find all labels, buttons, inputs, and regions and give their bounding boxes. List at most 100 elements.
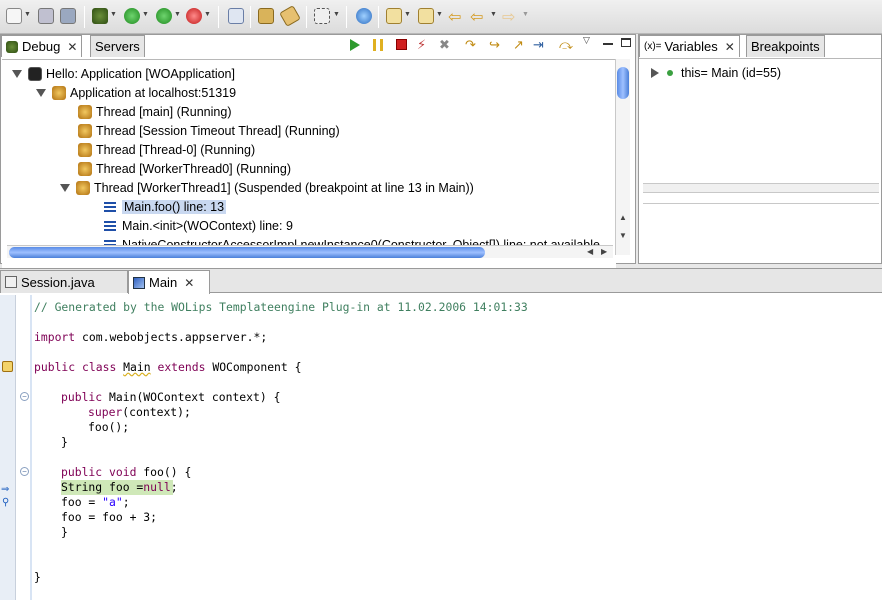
tree-row-thread[interactable]: Thread [Thread-0] (Running) [78,140,255,159]
chevron-down-icon[interactable]: ▼ [404,11,411,18]
scroll-left-icon[interactable]: ◀ [587,247,593,256]
running-thread-icon [78,161,92,176]
scroll-up-icon[interactable]: ▲ [619,213,627,222]
external-tools-icon[interactable] [186,8,202,24]
save-icon[interactable] [38,8,54,24]
code-text: WOComponent { [205,360,302,374]
step-into-icon[interactable]: ↷ [465,37,476,53]
keyword: import [34,330,76,344]
back-arrow-icon[interactable]: ⇦ [470,7,483,27]
wocomponent-icon [133,276,145,289]
next-annotation-icon[interactable] [386,8,402,24]
debug-vertical-scrollbar[interactable]: ▲ ▼ [615,59,630,255]
close-icon[interactable]: ✕ [725,40,735,54]
code-line-19: } [34,570,41,584]
tree-row-frame-selected[interactable]: Main.foo() line: 13 [104,197,227,216]
fold-toggle-icon[interactable]: − [20,392,29,401]
pencil-icon[interactable] [279,5,301,27]
tree-row-thread[interactable]: Thread [WorkerThread0] (Running) [78,159,291,178]
minimize-icon[interactable] [603,43,613,45]
chevron-down-icon[interactable]: ▼ [142,11,149,18]
variable-row[interactable]: this = Main (id=55) [651,63,781,82]
remove-terminated-icon[interactable]: ✖ [439,37,450,53]
maximize-icon[interactable] [621,38,631,47]
debug-horizontal-scrollbar[interactable]: ◀ ▶ [7,245,613,258]
use-step-filters-icon[interactable]: ⤼ [559,37,573,53]
expand-toggle-icon[interactable] [60,183,70,192]
tree-row-thread-suspended[interactable]: Thread [WorkerThread1] (Suspended (break… [60,178,474,197]
new-wizard-icon[interactable] [6,8,22,24]
open-type-icon[interactable] [228,8,244,24]
running-thread-icon [78,123,92,138]
step-over-icon[interactable]: ↪ [489,37,500,53]
scroll-down-icon[interactable]: ▼ [619,231,627,240]
scroll-thumb[interactable] [617,67,629,99]
print-icon[interactable] [60,8,76,24]
variables-horizontal-scrollbar[interactable] [643,183,879,193]
variable-name: this [681,65,701,80]
tree-row-target[interactable]: Application at localhost:51319 [36,83,236,102]
tree-row-thread[interactable]: Thread [Session Timeout Thread] (Running… [78,121,340,140]
drop-to-frame-icon[interactable]: ⇥ [533,37,544,53]
expand-toggle-icon[interactable] [36,88,46,97]
globe-icon[interactable] [356,8,372,24]
chevron-down-icon[interactable]: ▼ [24,11,31,18]
tab-debug-label: Debug [22,39,61,54]
tree-row-thread[interactable]: Thread [main] (Running) [78,102,231,121]
warning-icon[interactable] [2,361,13,372]
chevron-down-icon[interactable]: ▼ [110,11,117,18]
forward-arrow-icon[interactable]: ⇨ [502,7,515,27]
disconnect-icon[interactable]: ⚡ [417,37,426,53]
scroll-thumb[interactable] [9,247,485,258]
last-edit-location-icon[interactable]: ⇦ [448,7,461,27]
main-toolbar: ▼ ▼ ▼ ▼ ▼ ▼ ▼ ▼ ⇦ ⇦ ▼ ⇨ ▼ [0,0,882,34]
tab-variables-label: Variables [664,39,718,54]
scroll-right-icon[interactable]: ▶ [601,247,607,256]
keyword: extends [157,360,206,374]
tree-label: Thread [WorkerThread1] (Suspended (break… [94,180,474,195]
code-text: String foo = [61,480,144,494]
tab-servers[interactable]: Servers [90,35,145,57]
chevron-down-icon[interactable]: ▼ [436,11,443,18]
tree-row-launch[interactable]: Hello: Application [WOApplication] [12,64,235,83]
tree-row-frame[interactable]: Main.<init>(WOContext) line: 9 [104,216,293,235]
chevron-down-icon[interactable]: ▼ [333,11,340,18]
annotation-ruler[interactable]: ⇒ ⚲ [0,295,16,600]
tree-label: Main.<init>(WOContext) line: 9 [122,218,293,233]
field-icon [667,69,673,76]
resume-icon[interactable] [350,39,360,51]
debug-run-icon[interactable] [92,8,108,24]
fold-toggle-icon[interactable]: − [20,467,29,476]
tab-breakpoints[interactable]: Breakpoints [746,35,825,57]
code-area[interactable]: // Generated by the WOLips Templateengin… [34,295,882,600]
open-folder-icon[interactable] [258,8,274,24]
chevron-down-icon[interactable]: ▼ [522,11,529,18]
previous-annotation-icon[interactable] [418,8,434,24]
class-name: Main [123,360,151,374]
expand-toggle-icon[interactable] [12,69,22,78]
tab-variables[interactable]: (x)= Variables ✕ [639,35,740,57]
stack-frame-icon [104,220,116,231]
toolbar-separator [378,6,379,28]
chevron-down-icon[interactable]: ▼ [174,11,181,18]
close-icon[interactable]: ✕ [67,40,77,54]
selection-icon[interactable] [314,8,330,24]
run-icon[interactable] [124,8,140,24]
expand-toggle-icon[interactable] [651,67,659,78]
debug-icon [6,40,18,53]
chevron-down-icon[interactable]: ▼ [490,11,497,18]
code-line-5: public class Main extends WOComponent { [34,360,302,375]
terminate-icon[interactable] [396,39,407,50]
tab-session-java[interactable]: Session.java [0,270,128,293]
step-return-icon[interactable]: ↗ [513,37,524,53]
tab-debug[interactable]: Debug ✕ [1,35,83,57]
suspend-icon[interactable] [373,39,383,51]
breakpoint-icon[interactable]: ⚲ [2,497,9,508]
close-icon[interactable]: ✕ [184,276,194,290]
code-line-13: String foo =null; [61,480,178,495]
run-external-icon[interactable] [156,8,172,24]
chevron-down-icon[interactable]: ▼ [204,11,211,18]
view-menu-icon[interactable]: ▽ [583,35,590,46]
tab-main[interactable]: Main ✕ [128,270,210,294]
variable-detail-pane[interactable] [643,203,879,253]
